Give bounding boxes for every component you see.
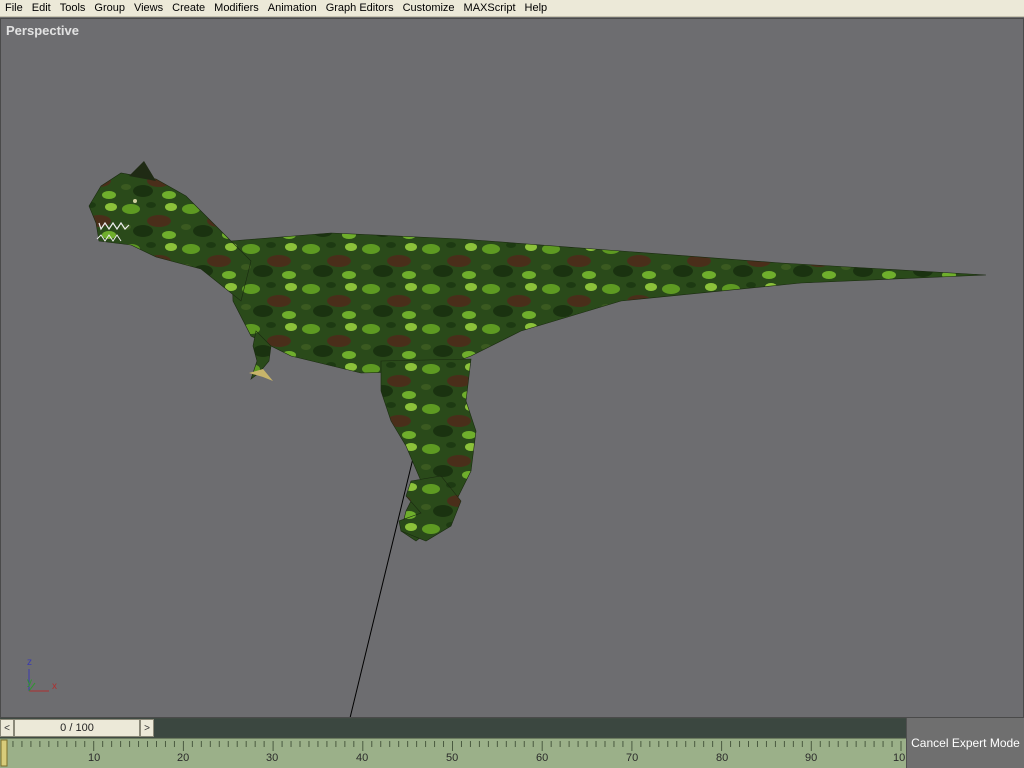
track-label-20: 20	[177, 752, 190, 764]
time-slider-track[interactable]	[154, 719, 906, 737]
track-label-30: 30	[266, 752, 279, 764]
menu-file[interactable]: File	[0, 0, 27, 17]
current-frame-marker[interactable]	[0, 739, 8, 767]
track-label-100: 10	[893, 752, 906, 764]
helper-line	[349, 445, 417, 717]
menu-animation[interactable]: Animation	[263, 0, 321, 17]
axis-y-label: y	[27, 677, 32, 688]
track-label-80: 80	[716, 752, 729, 764]
menu-create[interactable]: Create	[167, 0, 209, 17]
menu-edit[interactable]: Edit	[27, 0, 55, 17]
time-slider[interactable]: 0 / 100	[14, 719, 140, 737]
time-prev-arrow-button[interactable]: <	[0, 719, 14, 737]
menu-bar: File Edit Tools Group Views Create Modif…	[0, 0, 1024, 17]
axis-x-label: x	[52, 681, 57, 692]
axis-z-label: z	[27, 657, 32, 668]
menu-views[interactable]: Views	[129, 0, 167, 17]
menu-group[interactable]: Group	[89, 0, 129, 17]
menu-maxscript[interactable]: MAXScript	[459, 0, 520, 17]
track-label-70: 70	[626, 752, 639, 764]
menu-modifiers[interactable]: Modifiers	[209, 0, 263, 17]
track-label-60: 60	[536, 752, 549, 764]
dino-head	[88, 172, 252, 302]
track-bar[interactable]: 10 20 30 40 50 60 70 80 90 10	[0, 738, 906, 768]
dino-body	[230, 232, 987, 374]
perspective-viewport[interactable]: Perspective z y x	[0, 18, 1024, 718]
time-slider-row: < 0 / 100 >	[0, 718, 906, 738]
track-label-10: 10	[88, 752, 101, 764]
dino-eye	[133, 199, 137, 203]
time-next-arrow-button[interactable]: >	[140, 719, 154, 737]
menu-help[interactable]: Help	[520, 0, 552, 17]
dinosaur-model[interactable]	[1, 19, 1024, 718]
track-label-40: 40	[356, 752, 369, 764]
track-label-50: 50	[446, 752, 459, 764]
cancel-expert-mode-button[interactable]: Cancel Expert Mode	[906, 718, 1024, 768]
menu-graph-editors[interactable]: Graph Editors	[321, 0, 398, 17]
menu-tools[interactable]: Tools	[55, 0, 90, 17]
track-label-90: 90	[805, 752, 818, 764]
menu-customize[interactable]: Customize	[398, 0, 459, 17]
